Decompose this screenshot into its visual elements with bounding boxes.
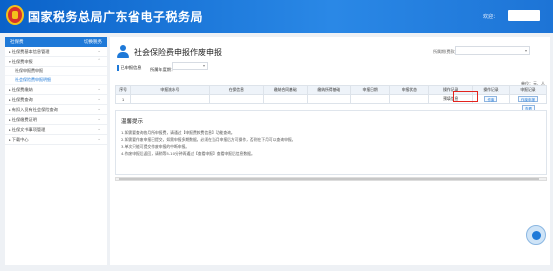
table-header: 申报流水号 [130,85,210,95]
declaration-table: 序号 申报流水号 在保信息 缴纳合同基础 缴纳所得基础 申报日期 申报状态 操作… [114,85,548,104]
sidebar-item-basic-info[interactable]: ▸ 社保费基本信息管理 ⌄ [5,47,107,57]
table-cell: 作废申报 [508,94,548,104]
chevron-icon: ⌄ [97,49,101,54]
table-header: 在保信息 [208,85,265,95]
sidebar: 社保费 切换税务 ▸ 社保费基本信息管理 ⌄ ▾ 社保费申报 ⌃ 社保申报费申报 社会保… [5,37,107,265]
chevron-down-icon: ▾ [524,48,527,53]
triangle-icon: ▸ [9,127,11,132]
table-header: 序号 [114,85,132,95]
chevron-icon: ⌄ [97,137,101,142]
chevron-icon: ⌄ [97,87,101,92]
chevron-icon: ⌄ [97,127,101,132]
tab-declared-info[interactable]: 已申报信息 [117,65,141,71]
table-header-row: 序号 申报流水号 在保信息 缴纳合同基础 缴纳所得基础 申报日期 申报状态 操作… [114,85,548,95]
horizontal-scrollbar[interactable] [115,177,547,181]
sidebar-item-query[interactable]: ▸ 社保费查询 ⌄ [5,95,107,105]
tips-line: 4.作废申报后返回，请稍等5-10分钟再通过【查看申报】查看申报后信息数据。 [121,151,255,156]
triangle-icon: ▸ [9,117,11,122]
sidebar-header: 社保费 切换税务 [5,37,107,47]
top-header: 国家税务总局广东省电子税务局 欢迎： [0,0,553,33]
triangle-icon: ▸ [9,107,11,112]
chevron-down-icon: ▾ [202,63,205,68]
tips-panel: 温馨提示 1.如需要查询各月所申报费，请通过【申报费款费信息】功能查询。 2.如… [115,110,547,175]
period-select[interactable]: ▾ [455,46,530,55]
sidebar-title: 社保费 [10,40,24,45]
user-name-box[interactable] [508,10,540,21]
chevron-icon: ⌃ [97,59,101,64]
table-row: 1 预填信息 作废 作废申报 [114,94,548,104]
table-cell [350,94,391,104]
table-cell [306,94,352,104]
year-select[interactable]: ▾ [172,62,208,70]
table-cell [263,94,308,104]
highlight-box [453,91,478,102]
table-header: 申报记录 [508,85,548,95]
table-header: 缴纳所得基础 [306,85,352,95]
tips-title: 温馨提示 [121,119,144,125]
sidebar-subitem-declare[interactable]: 社保申报费申报 [5,67,107,76]
table-header: 申报状态 [389,85,430,95]
sidebar-item-documents[interactable]: ▸ 社保文书事项管理 ⌄ [5,125,107,135]
user-icon [117,45,129,59]
page-title: 社会保险费申报作废申报 [134,48,222,57]
tips-line: 1.如需要查询各月所申报费，请通过【申报费款费信息】功能查询。 [121,130,235,135]
sidebar-item-declaration[interactable]: ▾ 社保费申报 ⌃ [5,57,107,67]
tax-bureau-logo [6,5,24,25]
table-header: 缴纳合同基础 [263,85,308,95]
switch-tax-link[interactable]: 切换税务 [84,39,102,45]
triangle-icon: ▾ [9,59,11,64]
sidebar-item-payment[interactable]: ▸ 社保费缴纳 ⌄ [5,85,107,95]
triangle-icon: ▸ [9,49,11,54]
table-cell [208,94,265,104]
tips-line: 2.如需要作废申报已提交，如需申报多期数据，必须在当月申报后方可操作，否则在下月… [121,137,296,142]
sidebar-item-downloads[interactable]: ▸ 下载中心 ⌄ [5,135,107,145]
site-title: 国家税务总局广东省电子税务局 [28,10,204,24]
main-panel: 社会保险费申报作废申报 所属期(费款期)： ▾ 已申报信息 所属年度期： ▾ 单… [110,37,550,265]
tips-line: 3.单次只能可提交作废申报的中断申报。 [121,144,190,149]
assistant-icon[interactable] [526,225,546,245]
sidebar-item-certificate[interactable]: ▸ 社保缴费证明 ⌄ [5,115,107,125]
triangle-icon: ▸ [9,137,11,142]
void-button[interactable]: 作废 [484,96,498,102]
table-cell [130,94,210,104]
triangle-icon: ▸ [9,97,11,102]
chevron-icon: ⌄ [97,117,101,122]
table-cell [389,94,430,104]
sidebar-subitem-declare-detail[interactable]: 社会保险费申报明细 [5,76,107,85]
sidebar-item-insurance-query[interactable]: ▸ 有扣入员有社会保险查询 ⌄ [5,105,107,115]
table-cell: 1 [114,94,132,104]
table-header: 申报日期 [350,85,391,95]
triangle-icon: ▸ [9,87,11,92]
void-declare-button[interactable]: 作废申报 [517,96,538,102]
chevron-icon: ⌄ [97,97,101,102]
welcome-label: 欢迎： [483,14,499,20]
chevron-icon: ⌄ [97,107,101,112]
